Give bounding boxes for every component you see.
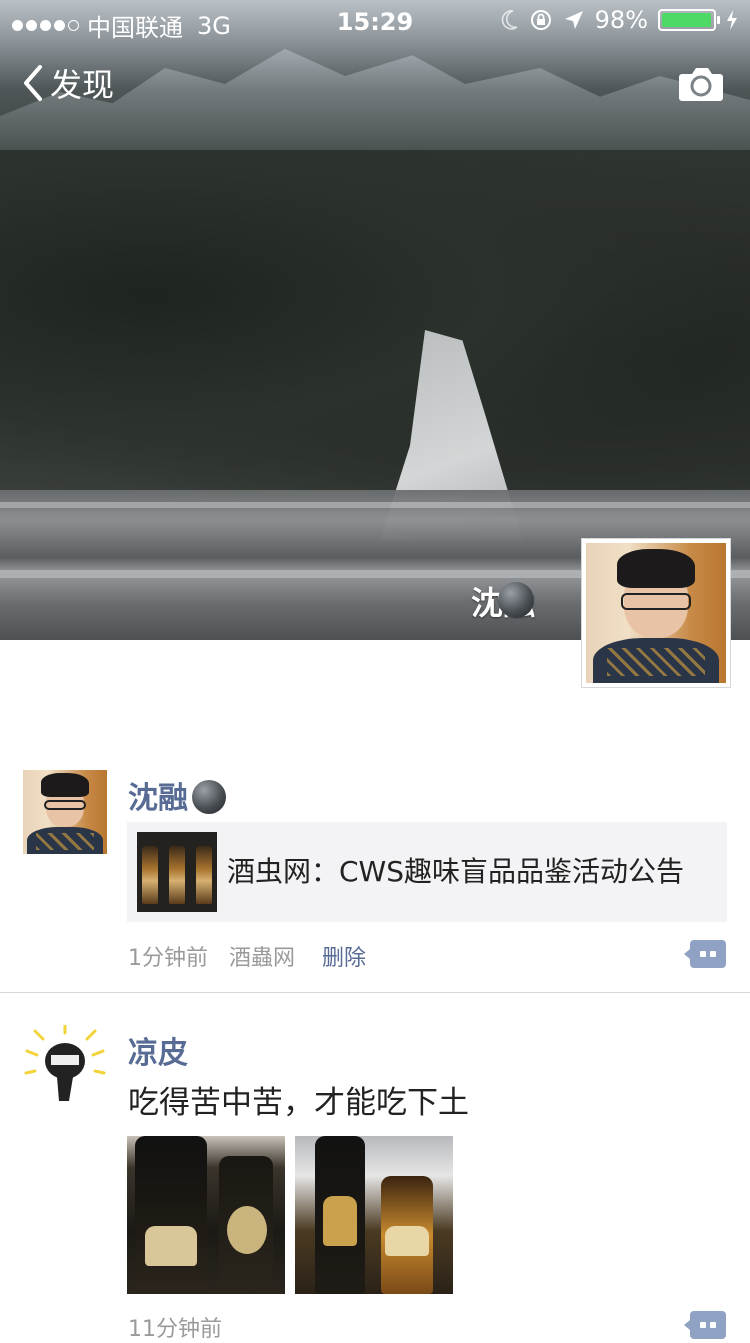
ball-emoji [192, 780, 226, 814]
rotation-lock-icon [530, 10, 551, 30]
post-time: 11分钟前 [128, 1317, 222, 1342]
comment-dot-icon [710, 951, 716, 957]
post-meta: 1分钟前 酒蟲网 删除 [128, 940, 366, 972]
comment-button[interactable] [684, 940, 726, 968]
status-right: 98% [501, 6, 738, 34]
post-author[interactable]: 沈融 [128, 773, 226, 817]
link-title: 酒虫网：CWS趣味盲品品鉴活动公告 [227, 855, 685, 888]
post-author-name[interactable]: 沈融 [128, 781, 188, 816]
avatar[interactable] [23, 770, 107, 854]
comment-dot-icon [700, 951, 706, 957]
delete-button[interactable]: 删除 [322, 946, 366, 971]
profile-avatar[interactable] [581, 538, 731, 688]
back-button[interactable]: 发现 [20, 60, 114, 106]
battery-icon [658, 9, 720, 31]
post-source: 酒蟲网 [229, 946, 296, 971]
post-photo[interactable] [127, 1136, 285, 1294]
post-author-name[interactable]: 凉皮 [128, 1028, 188, 1072]
comment-button[interactable] [684, 1311, 726, 1339]
comment-dot-icon [710, 1322, 716, 1328]
post-time: 1分钟前 [128, 946, 208, 971]
chevron-left-icon [24, 65, 42, 101]
avatar-photo [586, 543, 726, 683]
cover-forest [0, 150, 750, 510]
battery-percent: 98% [594, 6, 648, 34]
post-text: 吃得苦中苦，才能吃下土 [128, 1085, 469, 1121]
status-bar: 中国联通 3G 15:29 98% [0, 0, 750, 42]
location-arrow-icon [564, 11, 583, 29]
profile-ball-emoji [498, 582, 534, 618]
avatar[interactable] [23, 1025, 107, 1109]
back-label: 发现 [50, 66, 115, 104]
post-photo[interactable] [295, 1136, 453, 1294]
camera-icon[interactable] [678, 66, 724, 102]
comment-dot-icon [700, 1322, 706, 1328]
link-thumbnail [137, 832, 217, 912]
post-meta: 11分钟前 [128, 1311, 222, 1343]
battery-fill [662, 13, 711, 27]
moon-icon [501, 10, 518, 30]
link-card[interactable]: 酒虫网：CWS趣味盲品品鉴活动公告 [127, 822, 727, 922]
post-divider [0, 992, 750, 993]
charging-bolt-icon [727, 10, 737, 30]
